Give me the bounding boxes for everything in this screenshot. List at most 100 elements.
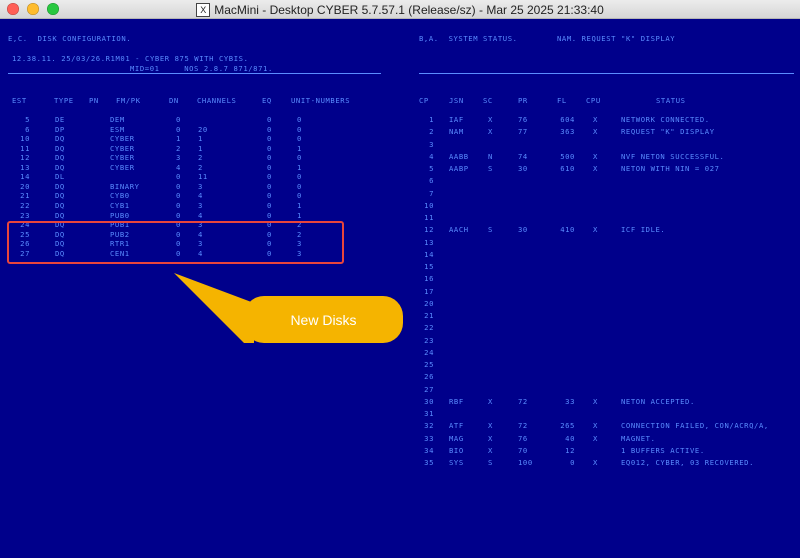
disk-cell-unit: 0 (297, 181, 302, 191)
status-cell-cpu: X (593, 151, 598, 161)
status-cell-cpu: X (593, 458, 598, 467)
status-cell-cpu: X (593, 115, 598, 124)
disk-cell-type: DQ (55, 191, 65, 201)
left-divider (8, 73, 381, 74)
disk-cell-type: DQ (55, 210, 65, 220)
status-cell-fl: 40 (565, 433, 575, 443)
status-cell-cp: 35 (424, 458, 434, 467)
disk-cell-ch: 20 (198, 124, 208, 134)
status-cell-cp: 11 (424, 213, 434, 222)
disk-cell-dn: 0 (176, 200, 181, 210)
disk-cell-type: DL (55, 172, 65, 182)
status-cell-cp: 33 (424, 433, 434, 443)
disk-cell-ch: 1 (198, 143, 203, 153)
disk-cell-ch: 2 (198, 162, 203, 172)
disk-cell-fm: CYBER (110, 153, 135, 163)
disk-cell-est: 23 (20, 210, 30, 220)
status-cell-cp: 2 (429, 127, 434, 137)
status-cell-cp: 4 (429, 151, 434, 161)
disk-cell-ch: 3 (198, 200, 203, 210)
col-unit-numbers: UNIT-NUMBERS (291, 96, 351, 105)
status-cell-pr: 76 (518, 433, 528, 443)
status-cell-jsn: RBF (449, 396, 464, 406)
disk-config-header: E,C. DISK CONFIGURATION. (8, 34, 132, 43)
disk-cell-dn: 4 (176, 162, 181, 172)
status-cell-status: NETWORK CONNECTED. (621, 115, 710, 124)
disk-cell-type: DQ (55, 181, 65, 191)
status-cell-sc: X (488, 433, 493, 443)
status-cell-cp: 31 (424, 409, 434, 418)
status-cell-cpu: X (593, 164, 598, 173)
status-cell-cp: 7 (429, 188, 434, 198)
status-cell-sc: S (488, 225, 493, 235)
status-cell-sc: X (488, 396, 493, 406)
status-cell-cp: 3 (429, 139, 434, 149)
status-cell-sc: X (488, 421, 493, 431)
disk-cell-unit: 0 (297, 115, 302, 124)
system-banner: 12.38.11. 25/03/26.R1M01 - CYBER 875 WIT… (12, 54, 249, 63)
disk-cell-eq: 0 (267, 181, 272, 191)
new-disks-highlight (7, 221, 344, 264)
disk-cell-eq: 0 (267, 134, 272, 144)
minimize-button[interactable] (27, 3, 39, 15)
disk-cell-type: DE (55, 115, 65, 124)
disk-cell-type: DQ (55, 162, 65, 172)
disk-cell-type: DQ (55, 134, 65, 144)
disk-cell-type: DQ (55, 153, 65, 163)
disk-cell-unit: 1 (297, 200, 302, 210)
status-cell-cp: 12 (424, 225, 434, 235)
status-cell-cp: 15 (424, 262, 434, 271)
status-cell-cp: 1 (429, 115, 434, 124)
disk-cell-dn: 2 (176, 143, 181, 153)
disk-cell-dn: 0 (176, 210, 181, 220)
disk-cell-fm: PUB0 (110, 210, 130, 220)
disk-cell-unit: 1 (297, 143, 302, 153)
status-cell-status: REQUEST "K" DISPLAY (621, 127, 715, 137)
disk-cell-dn: 0 (176, 181, 181, 191)
close-button[interactable] (7, 3, 19, 15)
status-cell-cpu: X (593, 421, 598, 431)
disk-cell-ch: 2 (198, 153, 203, 163)
disk-cell-eq: 0 (267, 162, 272, 172)
zoom-button[interactable] (47, 3, 59, 15)
status-cell-jsn: ATF (449, 421, 464, 431)
disk-cell-est: 6 (25, 124, 30, 134)
disk-cell-dn: 0 (176, 115, 181, 124)
disk-cell-est: 21 (20, 191, 30, 201)
status-cell-sc: S (488, 458, 493, 467)
status-cell-jsn: MAG (449, 433, 464, 443)
disk-cell-est: 11 (20, 143, 30, 153)
status-cell-fl: 265 (560, 421, 575, 431)
status-cell-cp: 6 (429, 176, 434, 186)
status-cell-cpu: X (593, 225, 598, 235)
status-cell-cpu: X (593, 396, 598, 406)
disk-cell-ch: 4 (198, 191, 203, 201)
col-fl: FL (557, 96, 567, 105)
x11-app-icon: X (196, 3, 211, 17)
status-cell-cp: 30 (424, 396, 434, 406)
disk-cell-fm: DEM (110, 115, 125, 124)
status-cell-cp: 22 (424, 323, 434, 333)
window-titlebar[interactable]: X MacMini - Desktop CYBER 5.7.57.1 (Rele… (0, 0, 800, 19)
col-type: TYPE (54, 96, 74, 105)
col-dn: DN (169, 96, 179, 105)
status-cell-status: ICF IDLE. (621, 225, 666, 235)
status-cell-pr: 70 (518, 445, 528, 455)
right-divider (419, 73, 794, 74)
disk-cell-fm: CYB1 (110, 200, 130, 210)
col-channels: CHANNELS (197, 96, 237, 105)
status-cell-pr: 74 (518, 151, 528, 161)
disk-cell-est: 14 (20, 172, 30, 182)
status-cell-sc: S (488, 164, 493, 173)
disk-cell-est: 20 (20, 181, 30, 191)
window-title: MacMini - Desktop CYBER 5.7.57.1 (Releas… (214, 3, 604, 17)
status-cell-cp: 25 (424, 360, 434, 369)
callout-label: New Disks (290, 311, 357, 328)
disk-cell-dn: 0 (176, 124, 181, 134)
disk-cell-fm: CYBER (110, 134, 135, 144)
status-cell-cp: 24 (424, 347, 434, 357)
disk-cell-fm: ESM (110, 124, 125, 134)
status-cell-fl: 410 (560, 225, 575, 235)
status-cell-status: MAGNET. (621, 433, 656, 443)
disk-cell-unit: 0 (297, 172, 302, 182)
